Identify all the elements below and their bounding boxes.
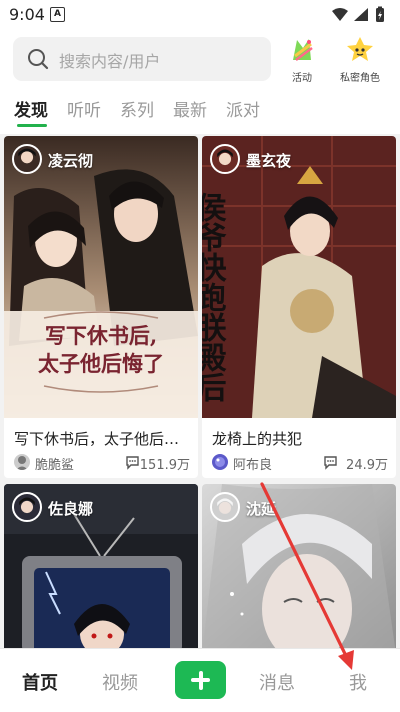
tab-party[interactable]: 派对 [226, 96, 260, 121]
card-title: 写下休书后，太子他后悔了 [14, 430, 190, 448]
tab-latest[interactable]: 最新 [173, 96, 207, 121]
user-name: 脆脆鲨 [35, 458, 75, 473]
card-meta: 脆脆鲨 151.9万 [14, 454, 190, 473]
private-character-icon [347, 37, 373, 61]
user-avatar [212, 454, 228, 470]
activity-label: 活动 [292, 73, 312, 84]
private-character-label: 私密角色 [340, 73, 380, 84]
author-name: 墨玄夜 [246, 152, 292, 170]
story-card[interactable]: 写下休书后, 太子他后悔了 凌云彻 写下休书后，太子他后悔了 脆脆鲨 151.9… [4, 136, 198, 478]
author-name: 佐良娜 [48, 500, 94, 518]
tab-discover[interactable]: 发现 [14, 96, 48, 121]
cover-title-line-1: 侯爷快跑 [202, 192, 227, 312]
wifi-icon [332, 8, 348, 21]
nav-home[interactable]: 首页 [22, 669, 58, 695]
author-avatar [12, 492, 42, 522]
activity-icon [293, 39, 313, 61]
search-icon [28, 49, 49, 70]
nav-messages[interactable]: 消息 [259, 669, 295, 695]
cover-title-line-1: 写下休书后, [45, 323, 157, 348]
tab-series[interactable]: 系列 [120, 96, 154, 121]
search-bar[interactable]: 搜索内容/用户 [13, 37, 271, 81]
nav-me[interactable]: 我 [349, 669, 367, 695]
tab-listen[interactable]: 听听 [67, 96, 101, 121]
chat-count-icon [324, 456, 337, 470]
notification-icon: A [50, 7, 65, 22]
story-card[interactable]: 佐良娜 [4, 484, 198, 648]
author-avatar [210, 492, 240, 522]
private-character-button[interactable]: 私密角色 [330, 36, 390, 84]
card-cover-image: 侯爷快跑 朕殿后 [202, 136, 396, 418]
card-cover-image: 写下休书后, 太子他后悔了 [4, 136, 198, 418]
author-name: 凌云彻 [48, 152, 94, 170]
nav-video[interactable]: 视频 [102, 669, 138, 695]
search-placeholder: 搜索内容/用户 [59, 52, 161, 71]
content-feed[interactable]: 写下休书后, 太子他后悔了 凌云彻 写下休书后，太子他后悔了 脆脆鲨 151.9… [0, 134, 400, 648]
chat-count-icon [126, 456, 139, 470]
story-card[interactable]: 沈延 [202, 484, 396, 648]
author-name: 沈延 [246, 500, 277, 518]
chat-count: 151.9万 [139, 458, 190, 473]
author-avatar [210, 144, 240, 174]
story-card[interactable]: 侯爷快跑 朕殿后 墨玄夜 龙椅上的共犯 阿布良 24.9万 [202, 136, 396, 478]
status-bar: 9:04 A [0, 0, 400, 30]
status-icons [332, 6, 384, 22]
bottom-navigation: 首页 视频 消息 我 [0, 648, 400, 712]
chat-count: 24.9万 [346, 458, 388, 473]
activity-button[interactable]: 活动 [272, 36, 332, 84]
author-avatar [12, 144, 42, 174]
create-button[interactable] [175, 661, 226, 699]
signal-icon [354, 8, 368, 21]
cover-title-line-2: 朕殿后 [202, 312, 227, 403]
card-title: 龙椅上的共犯 [212, 430, 303, 448]
status-time: 9:04 [9, 5, 45, 24]
active-tab-indicator [17, 124, 47, 127]
cover-title-line-2: 太子他后悔了 [38, 351, 164, 376]
user-name: 阿布良 [233, 458, 273, 473]
user-avatar [14, 454, 30, 470]
card-meta: 阿布良 24.9万 [212, 454, 388, 473]
